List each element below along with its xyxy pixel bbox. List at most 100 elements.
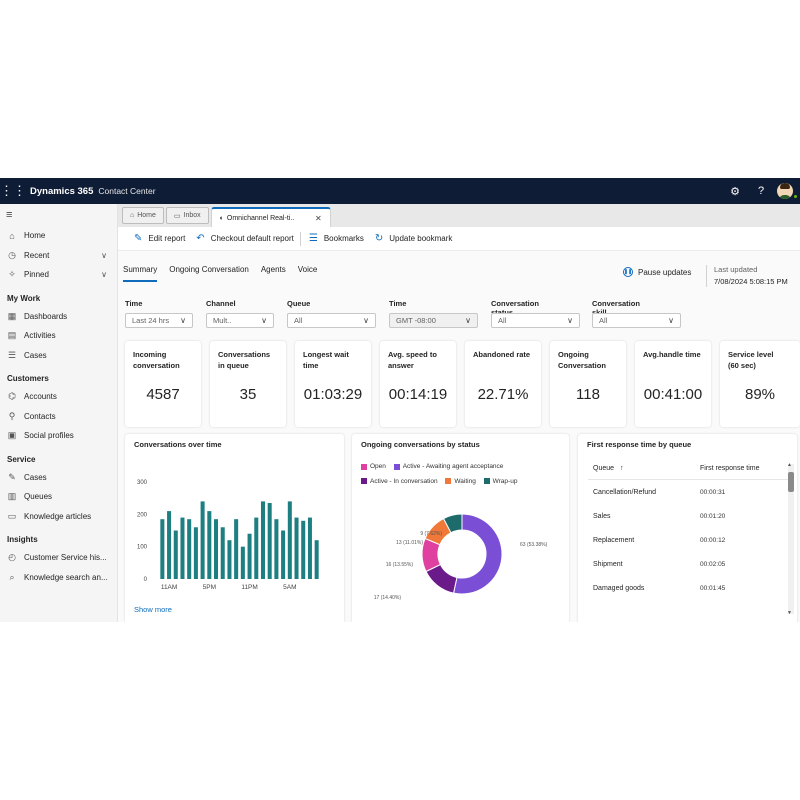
sidebar-item-recent[interactable]: ◷ Recent ∨ bbox=[0, 246, 117, 266]
time-range-dropdown[interactable]: Last 24 hrs ∨ bbox=[125, 313, 193, 328]
conversation-status-dropdown[interactable]: All ∨ bbox=[491, 313, 580, 328]
settings-icon[interactable]: ⚙ bbox=[722, 178, 748, 204]
tab-home[interactable]: ⌂ Home bbox=[122, 207, 164, 224]
sidebar-item-dashboards[interactable]: ▦ Dashboards bbox=[0, 307, 117, 327]
show-more-link[interactable]: Show more bbox=[134, 605, 172, 614]
sidebar-item-contacts[interactable]: ⚲ Contacts bbox=[0, 407, 117, 427]
table-row[interactable]: Damaged goods 00:01:45 bbox=[588, 576, 790, 600]
app-name[interactable]: Dynamics 365 bbox=[30, 186, 93, 197]
table-row[interactable]: Sales 00:01:20 bbox=[588, 504, 790, 528]
bar[interactable] bbox=[234, 519, 239, 579]
bar[interactable] bbox=[207, 511, 212, 579]
app-launcher-icon[interactable]: ⋮⋮ bbox=[0, 178, 26, 204]
timezone-dropdown[interactable]: GMT -08:00 ∨ bbox=[389, 313, 478, 328]
channel-dropdown[interactable]: Mult.. ∨ bbox=[206, 313, 274, 328]
bar[interactable] bbox=[227, 540, 232, 579]
sidebar-item-service-cases[interactable]: ✎ Cases bbox=[0, 468, 117, 488]
divider bbox=[706, 265, 707, 287]
sidebar-item-accounts[interactable]: ⌬ Accounts bbox=[0, 387, 117, 407]
scroll-up-icon[interactable]: ▲ bbox=[787, 462, 792, 468]
tab-voice[interactable]: Voice bbox=[298, 265, 318, 282]
hamburger-menu-icon[interactable]: ≡ bbox=[0, 204, 117, 226]
sidebar-item-home[interactable]: ⌂ Home bbox=[0, 226, 117, 246]
kpi-card-ongoing[interactable]: Ongoing Conversation 118 bbox=[550, 341, 626, 427]
checkout-default-report-button[interactable]: ↶ Checkout default report bbox=[196, 233, 294, 244]
sidebar-item-cases[interactable]: ☰ Cases bbox=[0, 346, 117, 366]
help-icon[interactable]: ? bbox=[748, 178, 774, 204]
tab-ongoing-conversation[interactable]: Ongoing Conversation bbox=[169, 265, 249, 282]
sidebar-item-social-profiles[interactable]: ▣ Social profiles bbox=[0, 426, 117, 446]
kpi-card-speed-to-answer[interactable]: Avg. speed to answer 00:14:19 bbox=[380, 341, 456, 427]
bar[interactable] bbox=[260, 501, 265, 579]
sidebar-item-queues[interactable]: ▥ Queues bbox=[0, 487, 117, 507]
bar[interactable] bbox=[314, 540, 319, 579]
scrollbar-thumb[interactable] bbox=[788, 472, 794, 492]
first-response-by-queue-card: First response time by queue Queue ↑ Fir… bbox=[578, 434, 797, 622]
queue-icon: ▥ bbox=[7, 491, 17, 502]
kpi-card-longest-wait[interactable]: Longest wait time 01:03:29 bbox=[295, 341, 371, 427]
column-header-first-response[interactable]: First response time bbox=[700, 465, 790, 472]
bar[interactable] bbox=[281, 530, 286, 580]
table-cell: Replacement bbox=[593, 536, 635, 544]
user-avatar-button[interactable] bbox=[774, 178, 800, 204]
bar[interactable] bbox=[160, 519, 165, 579]
bar[interactable] bbox=[180, 517, 185, 579]
kpi-card-service-level[interactable]: Service level (60 sec) 89% bbox=[720, 341, 800, 427]
bar[interactable] bbox=[200, 501, 205, 579]
kpi-card-in-queue[interactable]: Conversations in queue 35 bbox=[210, 341, 286, 427]
bar[interactable] bbox=[307, 517, 312, 579]
bar[interactable] bbox=[220, 527, 225, 579]
bar[interactable] bbox=[167, 511, 172, 579]
sidebar-item-knowledge-articles[interactable]: ▭ Knowledge articles bbox=[0, 507, 117, 527]
tab-inbox[interactable]: ▭ Inbox bbox=[165, 207, 209, 224]
tab-agents[interactable]: Agents bbox=[261, 265, 286, 282]
edit-report-button[interactable]: ✎ Edit report bbox=[134, 233, 185, 244]
chevron-down-icon[interactable]: ∨ bbox=[101, 270, 107, 279]
sidebar-item-customer-service-history[interactable]: ◴ Customer Service his... bbox=[0, 548, 117, 568]
table-cell: 00:02:05 bbox=[700, 560, 726, 568]
table-scrollbar[interactable]: ▲ ▼ bbox=[787, 462, 794, 616]
kpi-value: 118 bbox=[576, 386, 600, 403]
table-row[interactable]: Shipment 00:02:05 bbox=[588, 552, 790, 576]
update-bookmark-button[interactable]: ↻ Update bookmark bbox=[375, 233, 453, 244]
bar[interactable] bbox=[214, 519, 219, 579]
sidebar-item-knowledge-search[interactable]: ⌕ Knowledge search an... bbox=[0, 568, 117, 588]
kpi-value: 35 bbox=[239, 386, 257, 403]
wrench-icon: ✎ bbox=[8, 471, 16, 482]
pause-updates-button[interactable]: ❚❚ Pause updates bbox=[623, 267, 691, 277]
table-row[interactable]: Cancellation/Refund 00:00:31 bbox=[588, 480, 790, 504]
bar[interactable] bbox=[187, 519, 192, 579]
scroll-down-icon[interactable]: ▼ bbox=[787, 610, 792, 616]
tab-omnichannel-realtime[interactable]: ◐ Omnichannel Real-ti.. ✕ bbox=[210, 207, 331, 227]
x-tick-label: 5AM bbox=[283, 584, 296, 591]
column-header-queue[interactable]: Queue ↑ bbox=[588, 465, 700, 472]
tab-summary[interactable]: Summary bbox=[123, 265, 158, 282]
bar[interactable] bbox=[193, 527, 198, 579]
sidebar-item-pinned[interactable]: ✧ Pinned ∨ bbox=[0, 265, 117, 285]
conversation-skill-dropdown[interactable]: All ∨ bbox=[592, 313, 681, 328]
filter-queue: Queue All ∨ bbox=[287, 299, 376, 328]
sidebar-item-activities[interactable]: ▤ Activities bbox=[0, 326, 117, 346]
bar[interactable] bbox=[247, 533, 252, 579]
bar[interactable] bbox=[274, 519, 279, 579]
clipboard-icon: ▤ bbox=[7, 330, 17, 341]
bar[interactable] bbox=[254, 517, 259, 579]
bar[interactable] bbox=[240, 546, 245, 579]
bar[interactable] bbox=[267, 503, 272, 579]
bar[interactable] bbox=[294, 517, 299, 579]
kpi-value: 00:41:00 bbox=[643, 386, 703, 403]
filter-label: Time bbox=[389, 299, 407, 308]
kpi-card-abandoned-rate[interactable]: Abandoned rate 22.71% bbox=[465, 341, 541, 427]
chevron-down-icon[interactable]: ∨ bbox=[101, 251, 107, 260]
bar[interactable] bbox=[301, 520, 306, 579]
table-row[interactable]: Replacement 00:00:12 bbox=[588, 528, 790, 552]
bar[interactable] bbox=[287, 501, 292, 579]
queue-dropdown[interactable]: All ∨ bbox=[287, 313, 376, 328]
bar[interactable] bbox=[173, 530, 178, 580]
conversations-bar-chart: 0 100 200 300 11AM 5PM 11PM 5AM bbox=[137, 480, 319, 591]
kpi-card-handle-time[interactable]: Avg.handle time 00:41:00 bbox=[635, 341, 711, 427]
bookmarks-button[interactable]: ☰ Bookmarks bbox=[309, 233, 364, 244]
close-icon[interactable]: ✕ bbox=[315, 214, 322, 223]
kpi-card-incoming[interactable]: Incoming conversation 4587 bbox=[125, 341, 201, 427]
home-icon: ⌂ bbox=[130, 212, 135, 219]
